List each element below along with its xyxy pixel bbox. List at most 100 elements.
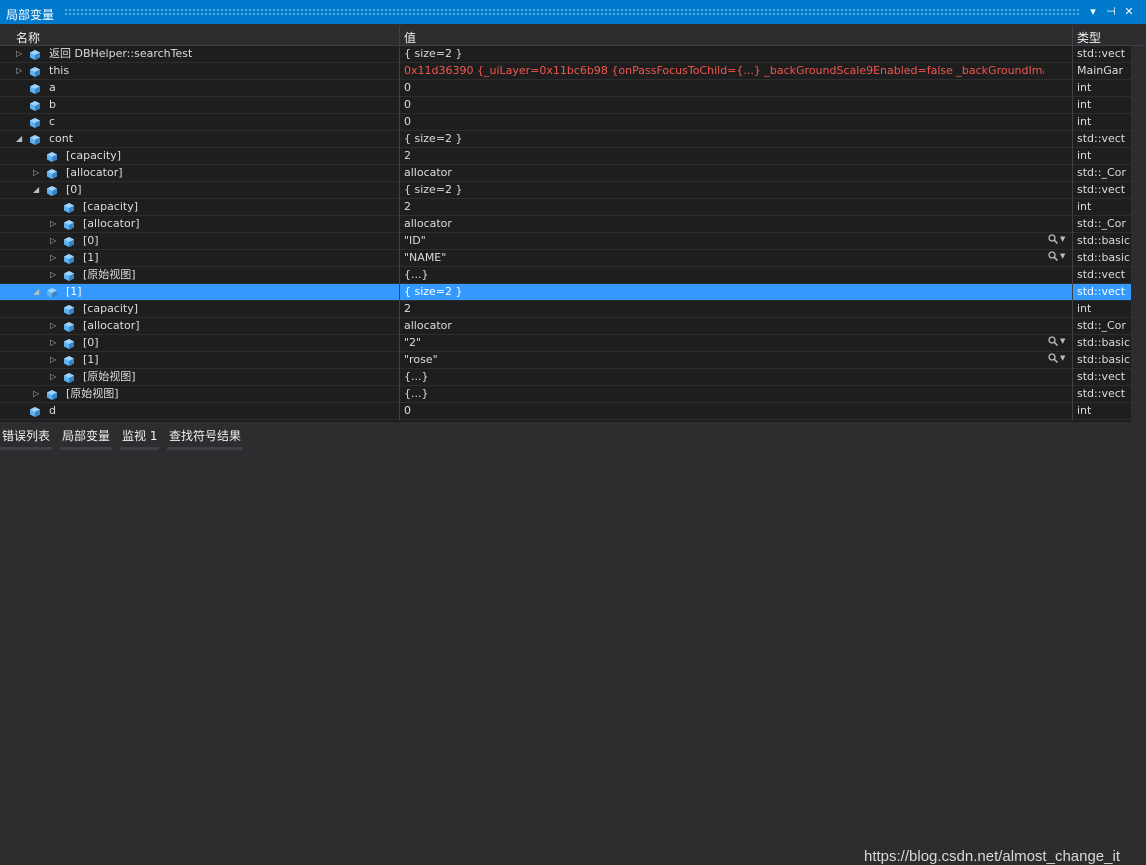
name-cell: ▷ [原始视图] [0, 267, 399, 283]
variable-row[interactable]: ◢ cont{ size=2 } std::vect [0, 131, 1146, 148]
vertical-scrollbar[interactable] [1131, 46, 1146, 422]
column-splitter[interactable] [399, 26, 400, 46]
column-divider [399, 63, 400, 80]
triangle-down-icon[interactable]: ◢ [16, 134, 25, 144]
titlebar-grip[interactable] [64, 8, 1080, 16]
magnifier-icon[interactable]: ▼ [1048, 353, 1070, 367]
variable-row[interactable]: ▷ this 0x11d36390 {_uiLayer=0x11bc6b98 {on… [0, 63, 1146, 80]
triangle-down-icon[interactable]: ◢ [33, 185, 42, 195]
variable-row[interactable]: ▷ [原始视图] {...} std::vect [0, 369, 1146, 386]
column-divider [1072, 403, 1073, 420]
value-cell[interactable]: 0x11d36390 {_uiLayer=0x11bc6b98 {onPassF… [404, 63, 1044, 79]
variable-row[interactable]: ▷ [原始视图] {...} std::vect [0, 267, 1146, 284]
variable-row[interactable]: ◢ [1]{ size=2 } std::vect [0, 284, 1146, 301]
column-header-value[interactable]: 值 [404, 29, 416, 46]
name-cell: ▷ [原始视图] [0, 386, 399, 402]
variable-row[interactable]: ▷ [allocator] allocator std::_Cor [0, 216, 1146, 233]
value-cell[interactable]: {...} [404, 386, 1044, 402]
close-icon[interactable]: ✕ [1122, 5, 1136, 19]
value-cell[interactable]: 2 [404, 301, 1044, 317]
column-divider [1072, 114, 1073, 131]
name-cell: c [0, 114, 399, 130]
tab-watch-1[interactable]: 监视 1 [120, 426, 160, 450]
value-cell[interactable]: "NAME" [404, 250, 1044, 266]
variable-row[interactable]: [capacity] 2 int [0, 301, 1146, 318]
variable-row[interactable]: [capacity] 2 int [0, 148, 1146, 165]
variable-cube-icon [47, 389, 57, 400]
tab-error-list[interactable]: 错误列表 [0, 426, 53, 450]
triangle-right-icon[interactable]: ▷ [33, 168, 42, 178]
triangle-right-icon[interactable]: ▷ [50, 372, 59, 382]
value-cell[interactable]: {...} [404, 267, 1044, 283]
value-cell[interactable]: "2" [404, 335, 1044, 351]
triangle-down-icon[interactable]: ◢ [33, 287, 42, 297]
variable-row[interactable]: ▷ [原始视图] {...} std::vect [0, 386, 1146, 403]
value-cell[interactable]: 0 [404, 403, 1044, 419]
variable-row[interactable]: ▷ [allocator] allocator std::_Cor [0, 318, 1146, 335]
variable-row[interactable]: c 0 int [0, 114, 1146, 131]
triangle-right-icon[interactable]: ▷ [16, 66, 25, 76]
variable-row[interactable]: ▷ 返回 DBHelper::searchTest{ size=2 } std::v… [0, 46, 1146, 63]
variable-name: d [49, 404, 56, 417]
value-cell[interactable]: 2 [404, 148, 1044, 164]
triangle-right-icon[interactable]: ▷ [50, 219, 59, 229]
value-cell[interactable]: { size=2 } [404, 131, 1044, 147]
magnifier-icon[interactable]: ▼ [1048, 234, 1070, 248]
variable-row[interactable]: ◢ [0]{ size=2 } std::vect [0, 182, 1146, 199]
column-divider [399, 335, 400, 352]
value-cell[interactable]: "ID" [404, 233, 1044, 249]
value-cell[interactable]: 0 [404, 80, 1044, 96]
variable-row[interactable]: d 0 int [0, 403, 1146, 420]
column-divider [1072, 335, 1073, 352]
variable-value: {...} [404, 370, 429, 383]
variable-row[interactable]: [capacity] 2 int [0, 199, 1146, 216]
column-splitter[interactable] [1072, 26, 1073, 46]
value-cell[interactable]: allocator [404, 165, 1044, 181]
column-header-name[interactable]: 名称 [16, 29, 40, 46]
tab-label: 局部变量 [62, 429, 111, 443]
tab-find-symbol-results[interactable]: 查找符号结果 [167, 426, 244, 450]
triangle-right-icon[interactable]: ▷ [50, 270, 59, 280]
value-cell[interactable]: allocator [404, 318, 1044, 334]
variable-name: c [49, 115, 56, 128]
variable-name: [capacity] [83, 200, 139, 213]
triangle-right-icon[interactable]: ▷ [50, 338, 59, 348]
tab-locals[interactable]: 局部变量 [60, 426, 113, 450]
name-cell: ▷ [原始视图] [0, 369, 399, 385]
variable-row[interactable]: ▷ [1] "rose" ▼ std::basic [0, 352, 1146, 369]
magnifier-icon[interactable]: ▼ [1048, 336, 1070, 350]
pin-icon[interactable]: ⊣ [1104, 5, 1118, 19]
variable-row[interactable]: ▷ [0] "2" ▼ std::basic [0, 335, 1146, 352]
value-cell[interactable]: 0 [404, 114, 1044, 130]
value-cell[interactable]: 0 [404, 97, 1044, 113]
variable-row[interactable]: b 0 int [0, 97, 1146, 114]
value-cell[interactable]: { size=2 } [404, 46, 1044, 62]
variable-row[interactable]: ▷ [0] "ID" ▼ std::basic [0, 233, 1146, 250]
magnifier-icon[interactable]: ▼ [1048, 251, 1070, 265]
variable-row[interactable]: ▷ [1] "NAME" ▼ std::basic [0, 250, 1146, 267]
column-divider [399, 80, 400, 97]
value-cell[interactable]: { size=2 } [404, 284, 1044, 300]
variable-value: 2 [404, 149, 411, 162]
triangle-right-icon[interactable]: ▷ [33, 389, 42, 399]
value-cell[interactable]: 2 [404, 199, 1044, 215]
variable-row[interactable]: ▷ [allocator] allocator std::_Cor [0, 165, 1146, 182]
dropdown-icon[interactable]: ▾ [1086, 5, 1100, 19]
column-divider [399, 233, 400, 250]
triangle-right-icon[interactable]: ▷ [50, 236, 59, 246]
triangle-right-icon[interactable]: ▷ [50, 253, 59, 263]
variable-name: this [49, 64, 70, 77]
column-divider [399, 199, 400, 216]
triangle-right-icon[interactable]: ▷ [16, 49, 25, 59]
column-header-type[interactable]: 类型 [1077, 29, 1101, 46]
value-cell[interactable]: allocator [404, 216, 1044, 232]
value-cell[interactable]: { size=2 } [404, 182, 1044, 198]
variable-cube-icon [64, 338, 74, 349]
column-divider [399, 46, 400, 63]
variable-value: { size=2 } [404, 285, 463, 298]
variable-row[interactable]: a 0 int [0, 80, 1146, 97]
value-cell[interactable]: "rose" [404, 352, 1044, 368]
value-cell[interactable]: {...} [404, 369, 1044, 385]
triangle-right-icon[interactable]: ▷ [50, 355, 59, 365]
triangle-right-icon[interactable]: ▷ [50, 321, 59, 331]
